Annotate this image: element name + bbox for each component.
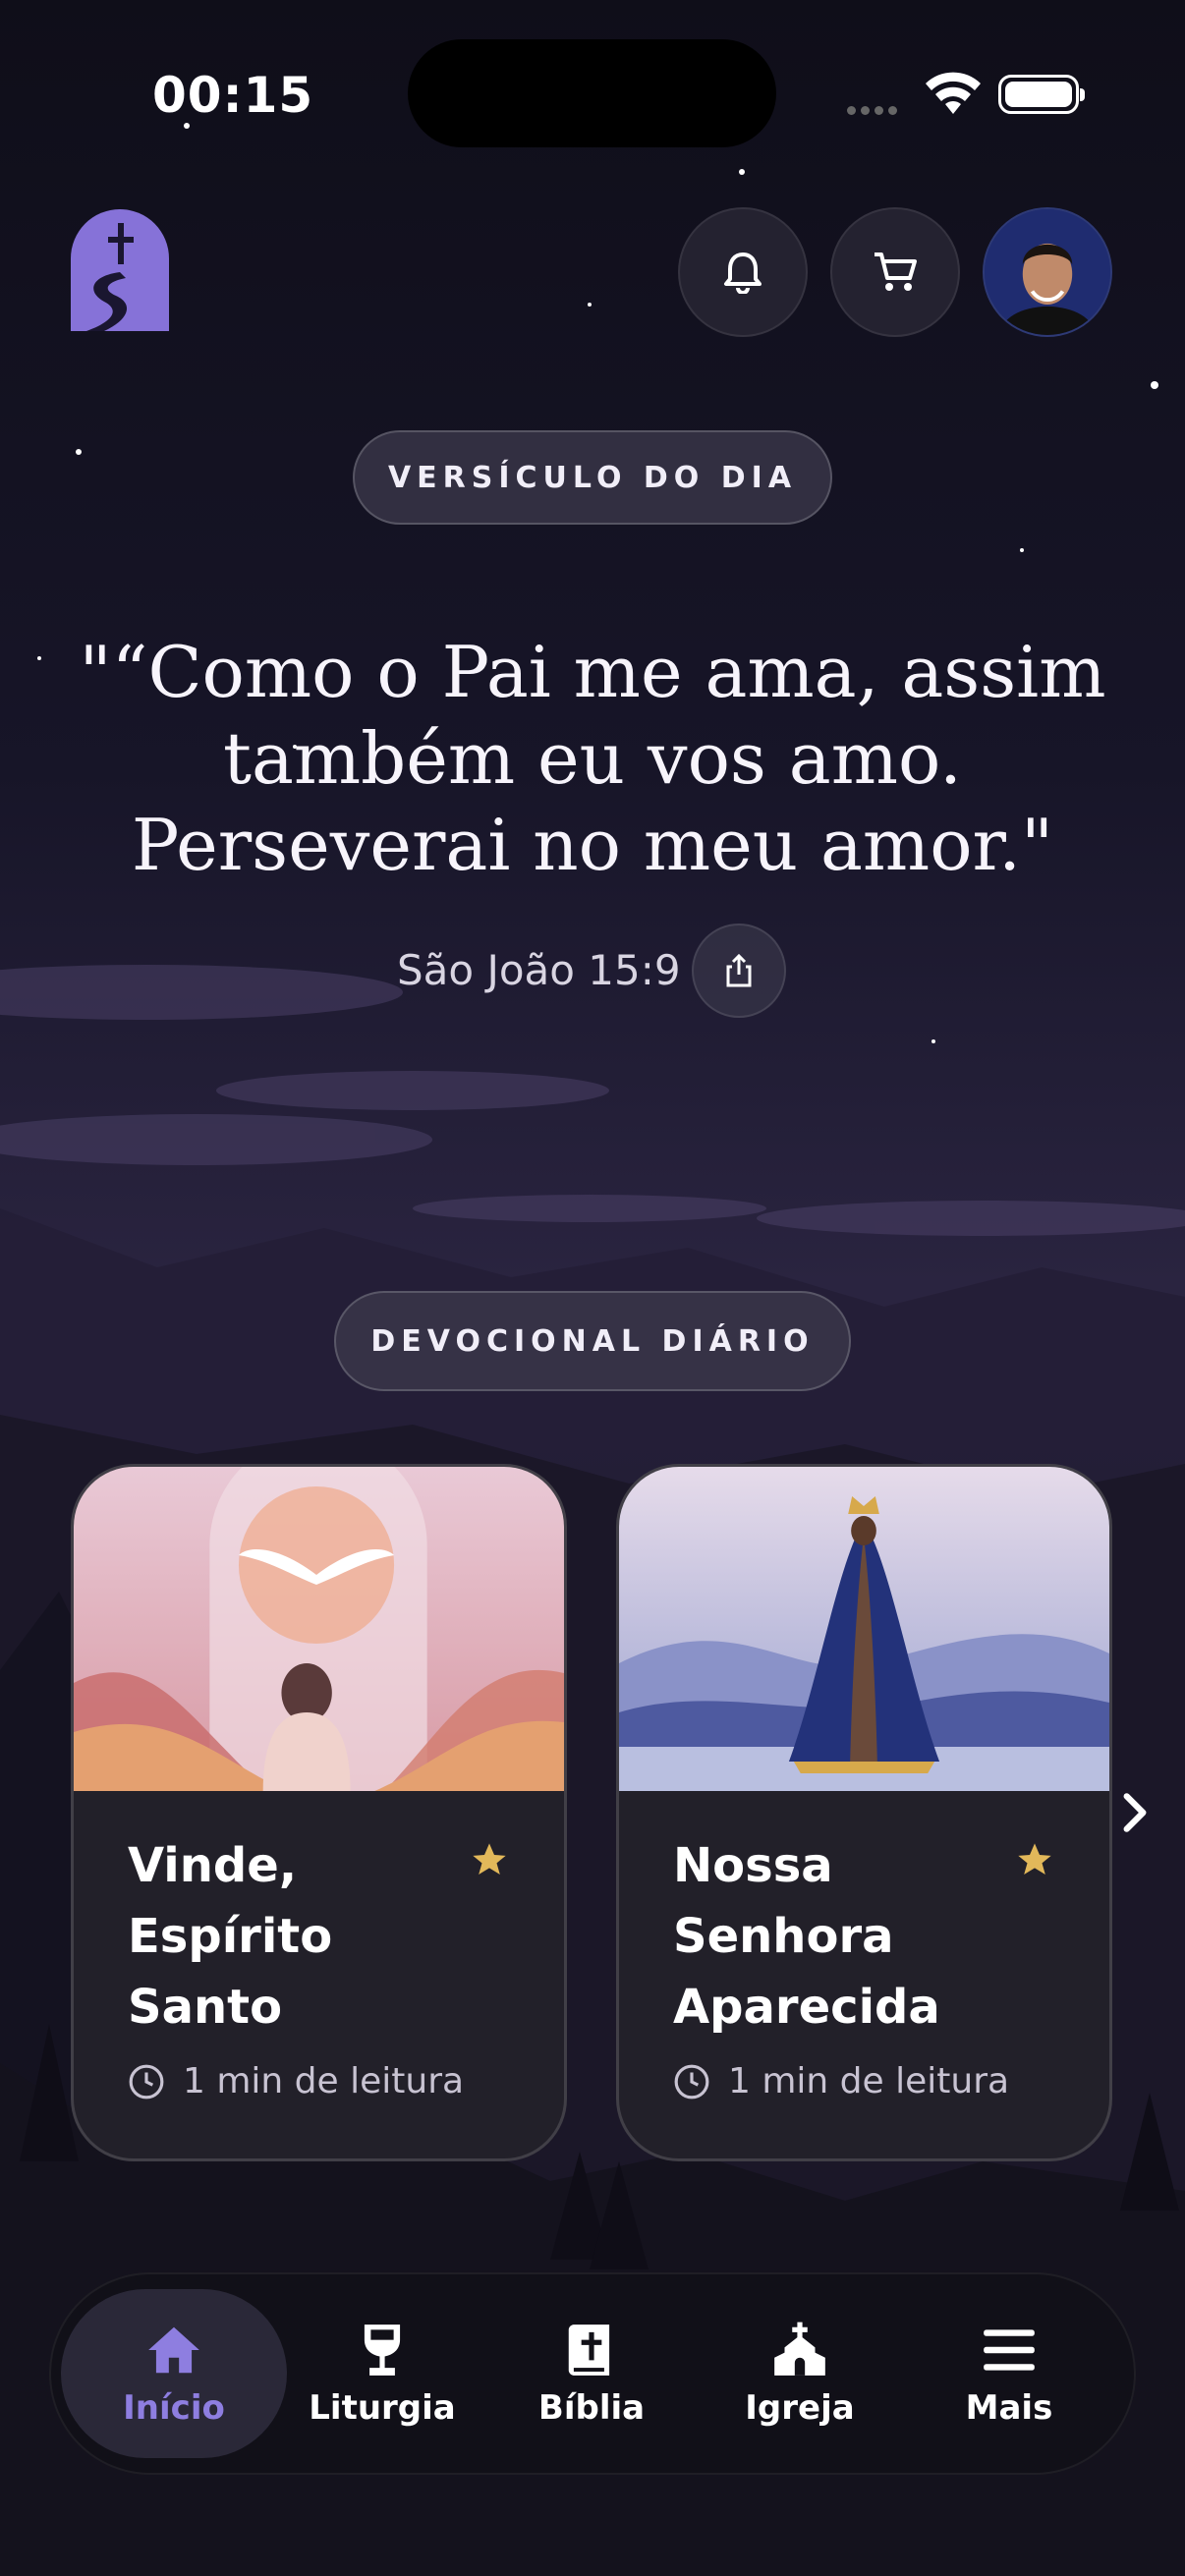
verse-text: "“Como o Pai me ama, assim também eu vos… [79, 631, 1106, 886]
home-icon [148, 2326, 199, 2374]
church-icon [774, 2322, 825, 2376]
read-time-row: 1 min de leitura [673, 2061, 1009, 2101]
notifications-button[interactable] [678, 207, 808, 337]
tab-label: Bíblia [537, 2388, 646, 2428]
tab-biblia[interactable]: Bíblia [479, 2289, 705, 2458]
bottom-navigation: Início Liturgia Bíblia Igreja Mais [49, 2272, 1136, 2475]
share-icon [726, 953, 752, 987]
app-logo-icon[interactable] [71, 209, 169, 331]
read-time: 1 min de leitura [728, 2061, 1010, 2101]
profile-avatar[interactable] [983, 207, 1112, 337]
read-time: 1 min de leitura [183, 2061, 465, 2101]
devotional-card[interactable]: Vinde, Espírito Santo 1 min de leitura [71, 1464, 567, 2161]
night-mountain-background [0, 0, 1185, 2576]
battery-icon [998, 75, 1085, 114]
star-icon[interactable] [1015, 1840, 1054, 1879]
verse-reference: São João 15:9 [397, 946, 681, 994]
clock-icon [129, 2064, 164, 2099]
tab-liturgia[interactable]: Liturgia [269, 2289, 495, 2458]
avatar-image [985, 209, 1110, 335]
dynamic-island [408, 39, 776, 147]
share-verse-button[interactable] [692, 924, 786, 1018]
tab-inicio[interactable]: Início [61, 2289, 287, 2458]
cart-icon [875, 252, 917, 291]
holy-spirit-illustration [74, 1467, 564, 1791]
menu-icon [984, 2329, 1035, 2371]
tab-label: Igreja [745, 2388, 855, 2428]
signal-icon [847, 102, 902, 120]
bible-icon [568, 2324, 610, 2376]
chevron-right-icon[interactable] [1110, 1788, 1159, 1837]
read-time-row: 1 min de leitura [128, 2061, 464, 2101]
daily-devotional-label: DEVOCIONAL DIÁRIO [334, 1291, 851, 1391]
devotional-card[interactable]: Nossa Senhora Aparecida 1 min de leitura [616, 1464, 1112, 2161]
card-title: Vinde, Espírito Santo [128, 1838, 333, 2035]
status-time: 00:15 [152, 67, 314, 124]
our-lady-aparecida-illustration [619, 1467, 1109, 1791]
tab-label: Liturgia [309, 2388, 456, 2428]
tab-label: Mais [965, 2388, 1053, 2428]
tab-label: Início [123, 2388, 225, 2428]
tab-igreja[interactable]: Igreja [687, 2289, 913, 2458]
chalice-icon [364, 2324, 401, 2376]
clock-icon [674, 2064, 709, 2099]
wifi-icon [926, 72, 981, 114]
cart-button[interactable] [830, 207, 960, 337]
star-icon[interactable] [470, 1840, 509, 1879]
card-title: Nossa Senhora Aparecida [673, 1838, 940, 2035]
bell-icon [724, 252, 762, 294]
tab-mais[interactable]: Mais [896, 2289, 1122, 2458]
verse-of-day-label: VERSÍCULO DO DIA [353, 430, 832, 525]
